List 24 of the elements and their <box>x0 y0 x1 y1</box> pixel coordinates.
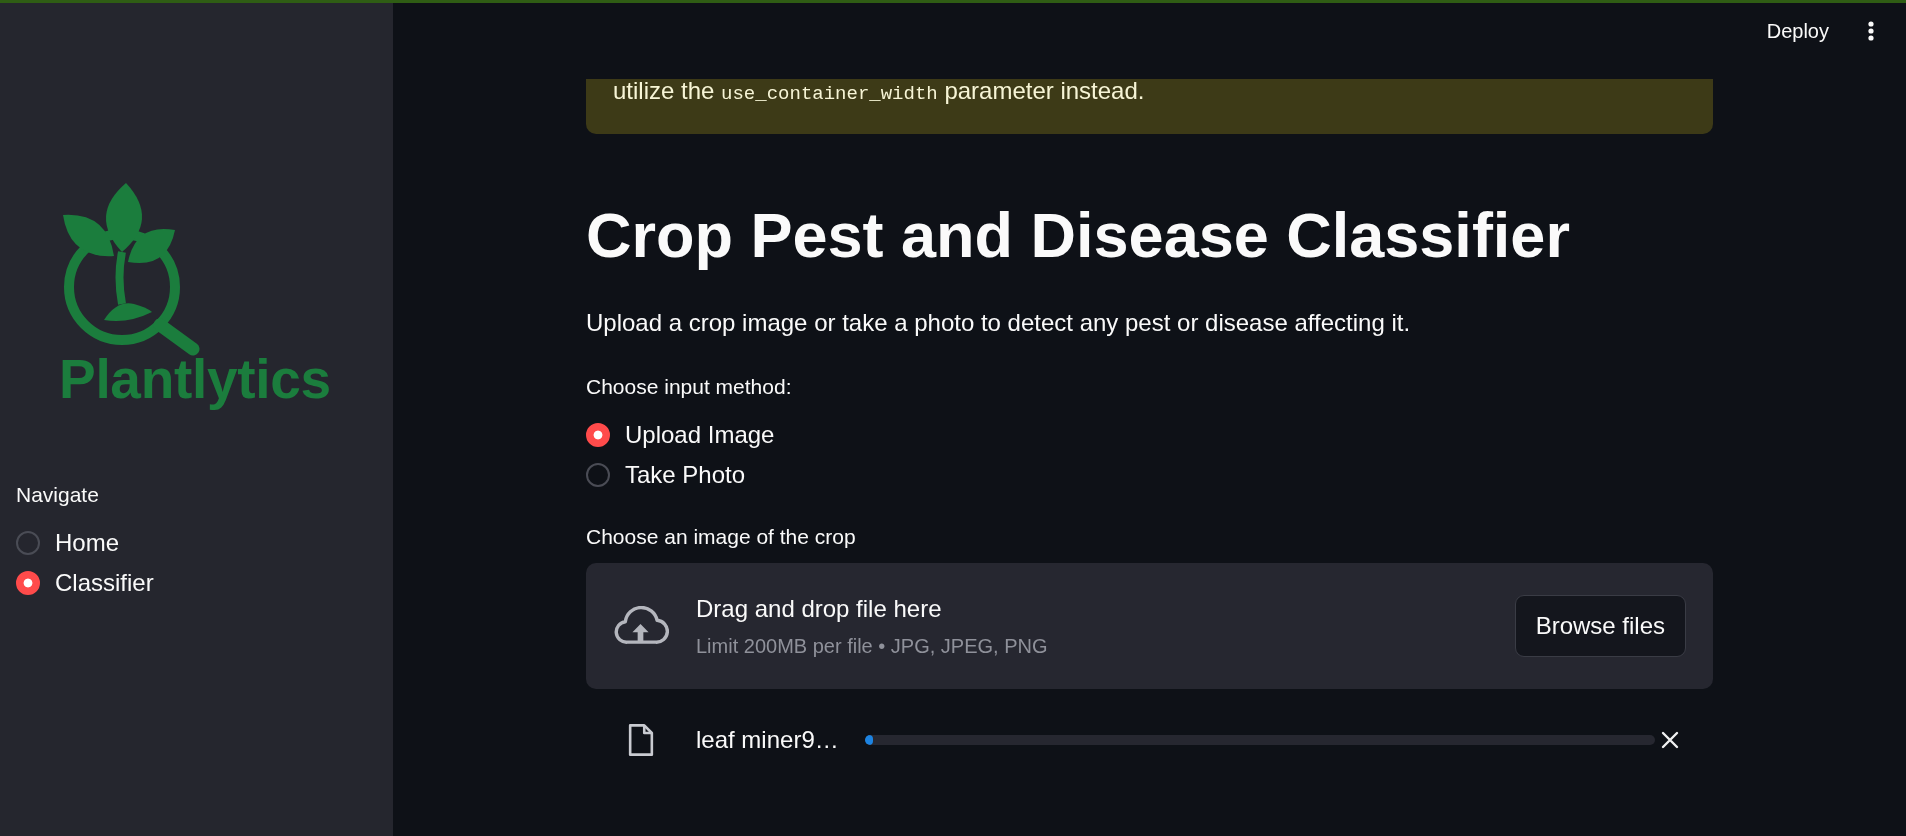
more-options-icon[interactable] <box>1868 21 1874 41</box>
input-method-radio-option[interactable]: Upload Image <box>586 419 1713 451</box>
close-icon[interactable] <box>1661 731 1679 749</box>
navigation-label: Navigate <box>16 483 99 507</box>
file-icon <box>628 723 654 757</box>
dropzone-title: Drag and drop file here <box>696 594 943 624</box>
radio-icon[interactable] <box>586 463 610 487</box>
deploy-button[interactable]: Deploy <box>1758 18 1837 44</box>
field-label: Choose an image of the crop <box>586 525 857 549</box>
file-name: leaf miner9… <box>696 726 840 754</box>
input-method-radio-option[interactable]: Take Photo <box>586 459 1713 491</box>
field-label: Choose input method: <box>586 375 793 399</box>
file-dropzone[interactable]: Drag and drop file here Limit 200MB per file • JPG, JPEG, PNG Browse files <box>586 563 1713 689</box>
radio-icon[interactable] <box>16 571 40 595</box>
page-description: Upload a crop image or take a photo to detect any pest or disease affecting it. <box>586 309 1412 337</box>
nav-radio-option[interactable]: Home <box>16 527 154 559</box>
cloud-upload-icon <box>612 606 669 646</box>
nav-radio-option[interactable]: Classifier <box>16 567 154 599</box>
browse-files-button[interactable]: Browse files <box>1514 595 1686 657</box>
radio-icon[interactable] <box>586 423 610 447</box>
warning-text: utilize the use_container_width parameter instead. <box>613 79 1146 106</box>
radio-icon[interactable] <box>16 531 40 555</box>
dropzone-hint: Limit 200MB per file • JPG, JPEG, PNG <box>696 634 1049 658</box>
logo-wordmark: Plantlytics <box>59 347 331 411</box>
